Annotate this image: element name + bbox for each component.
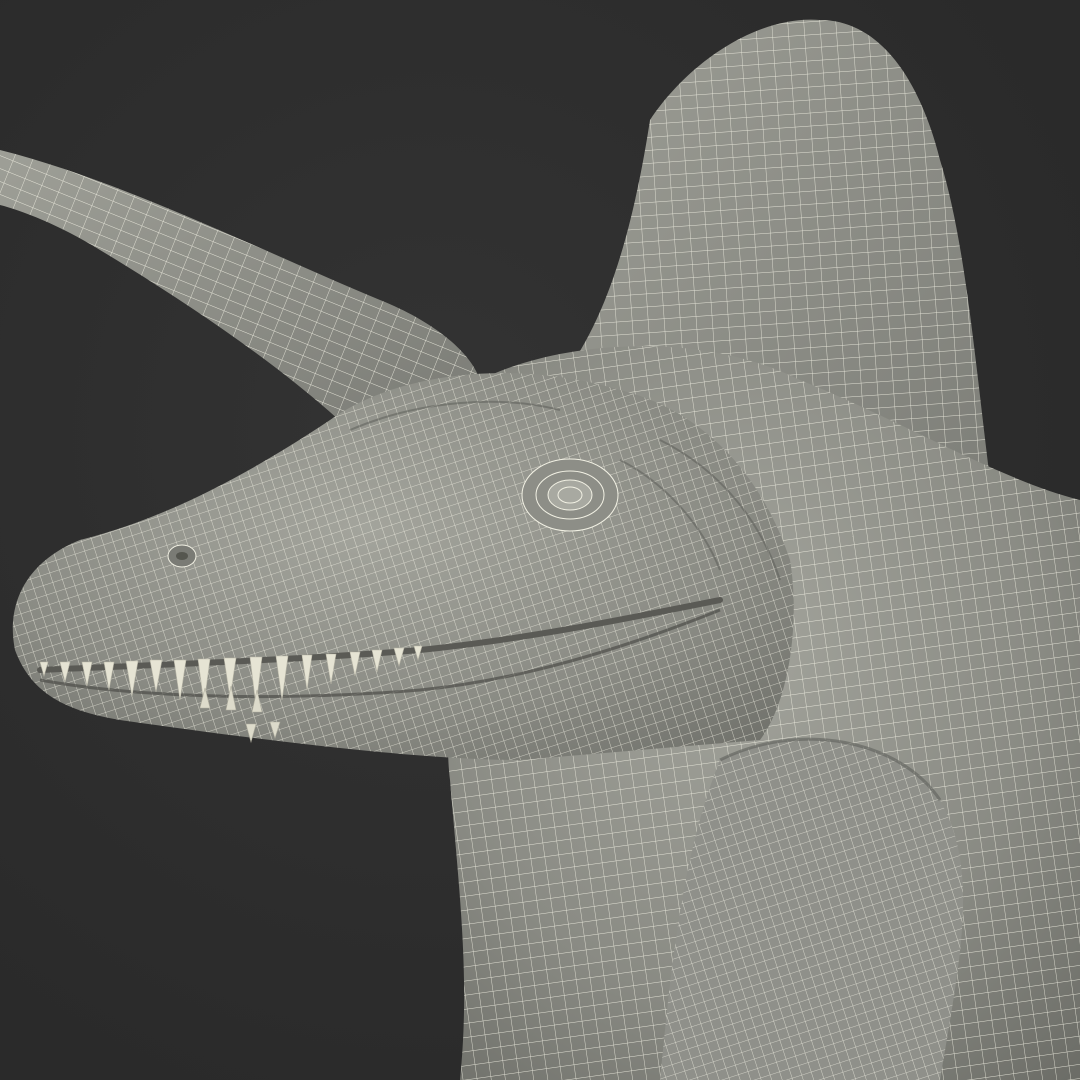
head <box>12 373 794 760</box>
nostril <box>167 544 197 568</box>
eye <box>521 458 619 532</box>
render-viewport <box>0 0 1080 1080</box>
spinosaurus-wireframe-render <box>0 19 1080 1080</box>
